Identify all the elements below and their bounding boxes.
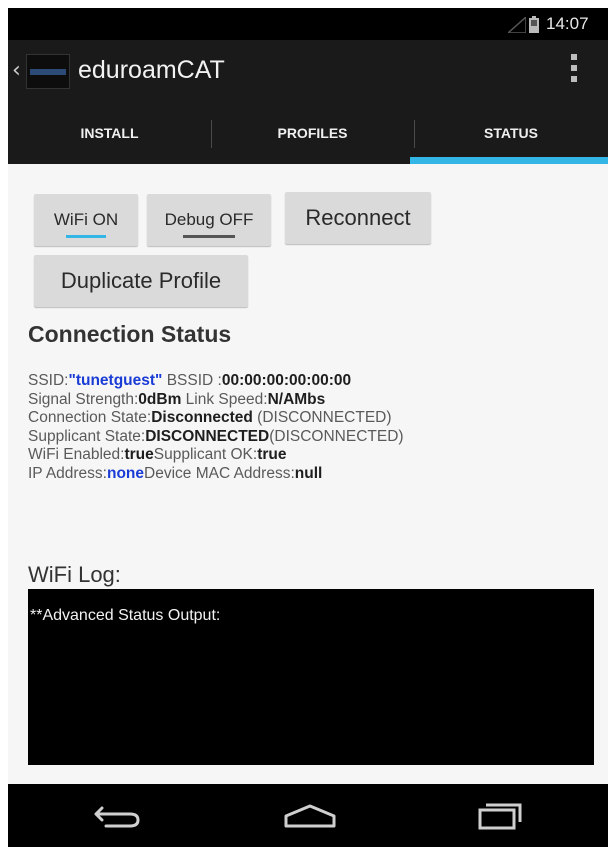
app-title: eduroamCAT bbox=[78, 56, 225, 84]
ip-address-label: IP Address: bbox=[28, 464, 107, 482]
ssid-value: "tunetguest" bbox=[68, 372, 163, 389]
back-icon[interactable] bbox=[88, 800, 148, 832]
overflow-dot bbox=[571, 65, 577, 71]
home-icon[interactable] bbox=[280, 800, 340, 832]
signal-value: 0dBm bbox=[138, 390, 182, 408]
logo-band bbox=[30, 69, 66, 75]
bssid-value: 00:00:00:00:00:00 bbox=[221, 372, 352, 389]
up-navigation-icon[interactable]: ‹ bbox=[12, 58, 21, 83]
duplicate-profile-button[interactable]: Duplicate Profile bbox=[34, 255, 248, 307]
wifi-toggle-button[interactable]: WiFi ON bbox=[34, 194, 138, 246]
wifi-toggle-label: WiFi ON bbox=[53, 210, 119, 229]
status-bar: 14:07 bbox=[8, 8, 608, 40]
clock: 14:07 bbox=[546, 14, 589, 33]
battery-icon bbox=[529, 16, 539, 33]
debug-toggle-label: Debug OFF bbox=[164, 210, 254, 229]
toggle-off-indicator bbox=[183, 235, 235, 238]
tab-profiles[interactable]: PROFILES bbox=[211, 102, 414, 164]
connection-state-detail: (DISCONNECTED) bbox=[252, 409, 392, 426]
ssid-row: SSID:"tunetguest" BSSID :00:00:00:00:00:… bbox=[28, 372, 608, 391]
link-speed-label: Link Speed: bbox=[181, 390, 268, 408]
signal-label: Signal Strength: bbox=[28, 390, 139, 408]
recents-icon[interactable] bbox=[470, 800, 530, 832]
system-nav-bar bbox=[8, 784, 608, 847]
wifi-enabled-row: WiFi Enabled:trueSupplicant OK:true bbox=[28, 446, 608, 465]
link-speed-value: N/AMbs bbox=[267, 390, 326, 408]
status-content: WiFi ON Debug OFF Reconnect Duplicate Pr… bbox=[8, 164, 608, 784]
ip-address-value: none bbox=[106, 464, 145, 482]
supplicant-state-row: Supplicant State:DISCONNECTED(DISCONNECT… bbox=[28, 428, 608, 447]
wifi-log-output[interactable]: **Advanced Status Output: bbox=[28, 589, 594, 765]
connection-state-value: Disconnected bbox=[151, 409, 253, 426]
tab-bar: INSTALL PROFILES STATUS bbox=[8, 102, 608, 164]
overflow-dot bbox=[571, 54, 577, 60]
supplicant-state-value: DISCONNECTED bbox=[145, 427, 270, 445]
reconnect-button[interactable]: Reconnect bbox=[285, 192, 431, 244]
overflow-menu-icon[interactable] bbox=[570, 54, 578, 88]
toggle-on-indicator bbox=[66, 235, 106, 238]
supplicant-state-label: Supplicant State: bbox=[28, 427, 146, 445]
supplicant-state-detail: (DISCONNECTED) bbox=[269, 427, 404, 445]
ip-address-row: IP Address:noneDevice MAC Address:null bbox=[28, 465, 608, 484]
wifi-enabled-value: true bbox=[124, 446, 154, 463]
connection-status-heading: Connection Status bbox=[28, 321, 232, 347]
log-text: **Advanced Status Output: bbox=[30, 607, 221, 624]
debug-toggle-button[interactable]: Debug OFF bbox=[147, 194, 271, 246]
mac-address-value: null bbox=[294, 464, 323, 482]
action-bar: ‹ eduroamCAT bbox=[8, 40, 608, 102]
selected-tab-indicator bbox=[410, 157, 608, 164]
bssid-label: BSSID : bbox=[162, 372, 222, 389]
supplicant-ok-value: true bbox=[257, 446, 287, 463]
connection-info: SSID:"tunetguest" BSSID :00:00:00:00:00:… bbox=[28, 372, 608, 483]
overflow-dot bbox=[571, 76, 577, 82]
tab-install[interactable]: INSTALL bbox=[8, 102, 211, 164]
connection-state-row: Connection State:Disconnected (DISCONNEC… bbox=[28, 409, 608, 428]
connection-state-label: Connection State: bbox=[28, 409, 152, 426]
ssid-label: SSID: bbox=[28, 372, 69, 389]
mac-address-label: Device MAC Address: bbox=[144, 464, 295, 482]
supplicant-ok-label: Supplicant OK: bbox=[153, 446, 258, 463]
wifi-enabled-label: WiFi Enabled: bbox=[28, 446, 125, 463]
phone-screen: 14:07 ‹ eduroamCAT INSTALL PROFILES STAT… bbox=[0, 0, 614, 847]
app-logo[interactable] bbox=[26, 54, 70, 89]
wifi-log-heading: WiFi Log: bbox=[28, 562, 121, 587]
tab-status[interactable]: STATUS bbox=[414, 102, 608, 164]
signal-row: Signal Strength:0dBm Link Speed:N/AMbs bbox=[28, 391, 608, 410]
signal-icon bbox=[508, 17, 526, 33]
